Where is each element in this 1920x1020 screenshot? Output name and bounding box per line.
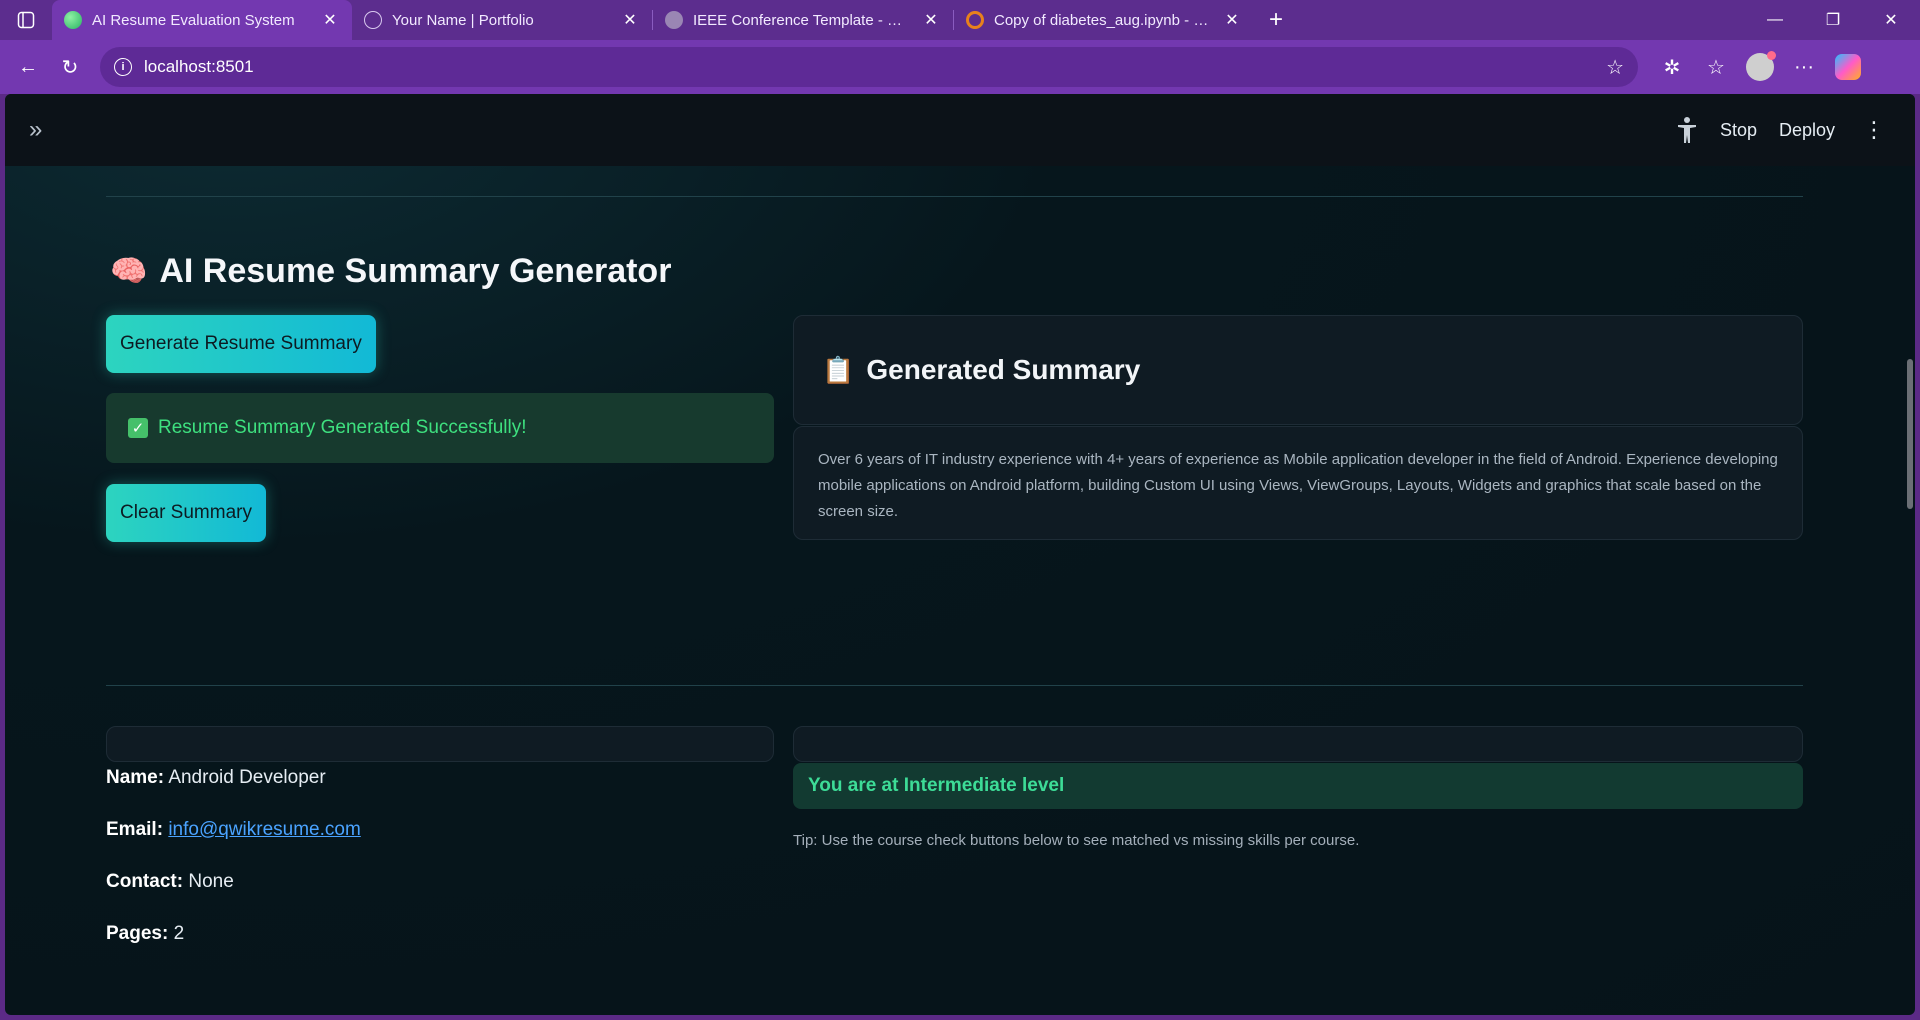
more-options-icon[interactable]: ··· [1786,49,1822,85]
empty-container [106,726,774,762]
divider [106,196,1803,197]
level-message: You are at Intermediate level [808,775,1065,796]
app-header: » Stop Deploy ⋮ [5,94,1915,166]
divider [106,685,1803,686]
clear-summary-button[interactable]: Clear Summary [106,484,266,542]
tab-colab[interactable]: Copy of diabetes_aug.ipynb - Colab ✕ [954,0,1254,40]
tab-ai-resume[interactable]: AI Resume Evaluation System ✕ [52,0,352,40]
summary-title: Generated Summary [866,354,1141,385]
brain-icon: 🧠 [110,255,148,288]
close-icon[interactable]: ✕ [320,10,340,30]
toolbar-right: ✲ ☆ ··· [1654,49,1866,85]
colab-icon [966,11,984,29]
vertical-scrollbar[interactable] [1907,359,1913,509]
tab-title: Your Name | Portfolio [392,11,534,29]
deploy-button[interactable]: Deploy [1779,120,1835,141]
tab-portfolio[interactable]: Your Name | Portfolio ✕ [352,0,652,40]
close-icon[interactable]: ✕ [921,10,941,30]
browser-tab-strip: AI Resume Evaluation System ✕ Your Name … [0,0,1920,40]
extensions-icon[interactable]: ✲ [1654,49,1690,85]
profile-avatar-icon [1746,51,1776,81]
pages-field: Pages: 2 [106,923,184,945]
new-tab-icon[interactable]: + [1254,0,1298,40]
overleaf-icon [665,11,683,29]
email-label: Email: [106,819,164,840]
minimize-icon[interactable]: — [1746,0,1804,40]
pages-label: Pages: [106,923,169,944]
tab-ieee[interactable]: IEEE Conference Template - Online ✕ [653,0,953,40]
success-message: Resume Summary Generated Successfully! [158,417,527,438]
close-icon[interactable]: ✕ [1222,10,1242,30]
favorites-icon[interactable]: ☆ [1698,49,1734,85]
url-text: localhost:8501 [144,57,254,76]
header-actions: Stop Deploy ⋮ [1676,116,1891,144]
summary-body-card: Over 6 years of IT industry experience w… [793,426,1803,540]
success-alert: ✓ Resume Summary Generated Successfully! [106,393,774,463]
main-menu-icon[interactable]: ⋮ [1857,117,1891,143]
tab-actions-icon[interactable] [0,0,52,40]
name-field: Name: Android Developer [106,767,326,789]
expand-sidebar-icon[interactable]: » [29,116,42,144]
tab-title: IEEE Conference Template - Online [693,11,911,29]
copilot-icon [1835,54,1861,80]
email-link[interactable]: info@qwikresume.com [168,819,360,840]
summary-text: Over 6 years of IT industry experience w… [818,451,1778,520]
empty-container [793,726,1803,762]
level-alert: You are at Intermediate level [793,763,1803,809]
email-field: Email: info@qwikresume.com [106,819,361,841]
address-bar[interactable]: i localhost:8501 ☆ [100,47,1638,87]
green-circle-icon [64,11,82,29]
profile-button[interactable] [1742,49,1778,85]
tab-title: Copy of diabetes_aug.ipynb - Colab [994,11,1212,29]
tab-title: AI Resume Evaluation System [92,11,295,29]
summary-header-card: 📋 Generated Summary [793,315,1803,425]
name-value: Android Developer [168,767,326,788]
globe-icon [364,11,382,29]
contact-value: None [188,871,234,892]
contact-field: Contact: None [106,871,234,893]
clipboard-icon: 📋 [822,354,855,385]
stop-button[interactable]: Stop [1720,120,1757,141]
back-arrow-icon[interactable]: ← [10,49,46,85]
app-viewport: » Stop Deploy ⋮ 🧠 AI Resume Summary Gene… [5,94,1915,1015]
name-label: Name: [106,767,165,788]
copilot-button[interactable] [1830,49,1866,85]
contact-label: Contact: [106,871,184,892]
tip-text: Tip: Use the course check buttons below … [793,832,1360,849]
favorite-star-icon[interactable]: ☆ [1606,55,1624,80]
window-close-icon[interactable]: ✕ [1862,0,1920,40]
site-info-icon[interactable]: i [114,58,132,76]
generate-summary-button[interactable]: Generate Resume Summary [106,315,376,373]
window-controls: — ❐ ✕ [1746,0,1920,40]
browser-toolbar: ← ↻ i localhost:8501 ☆ ✲ ☆ ··· [0,40,1920,94]
close-icon[interactable]: ✕ [620,10,640,30]
check-mark-icon: ✓ [128,418,148,438]
refresh-icon[interactable]: ↻ [52,49,88,85]
accessibility-icon[interactable] [1676,116,1698,144]
restore-icon[interactable]: ❐ [1804,0,1862,40]
pages-value: 2 [173,923,185,944]
page-title-text: AI Resume Summary Generator [159,252,672,290]
page-title: 🧠 AI Resume Summary Generator [110,252,671,291]
